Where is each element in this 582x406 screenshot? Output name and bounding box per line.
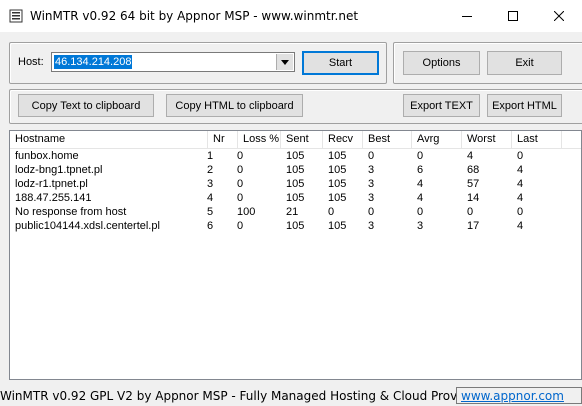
best-cell: 3 [368, 192, 375, 204]
copy-html-button[interactable]: Copy HTML to clipboard [166, 94, 303, 117]
nr-cell: 2 [207, 164, 214, 176]
maximize-icon [508, 11, 518, 21]
table-header: Hostname Nr Loss % Sent Recv Best Avrg W… [10, 131, 581, 149]
loss-cell: 0 [237, 220, 244, 232]
worst-cell: 0 [467, 206, 474, 218]
avrg-cell: 3 [417, 220, 424, 232]
loss-cell: 0 [237, 192, 244, 204]
recv-cell: 105 [328, 150, 347, 162]
recv-cell: 0 [328, 206, 335, 218]
column-best[interactable]: Best [363, 131, 412, 148]
column-last[interactable]: Last [512, 131, 562, 148]
nr-cell: 3 [207, 178, 214, 190]
hostname-cell: funbox.home [15, 150, 79, 162]
nr-cell: 1 [207, 150, 214, 162]
recv-cell: 105 [328, 178, 347, 190]
best-cell: 0 [368, 206, 375, 218]
best-cell: 3 [368, 164, 375, 176]
loss-cell: 0 [237, 150, 244, 162]
table-row[interactable]: 188.47.255.141 4 0 105 105 3 4 14 4 [10, 191, 581, 205]
sent-cell: 105 [286, 192, 305, 204]
nr-cell: 5 [207, 206, 214, 218]
last-cell: 0 [517, 150, 524, 162]
exit-button[interactable]: Exit [487, 51, 562, 75]
best-cell: 3 [368, 220, 375, 232]
options-button[interactable]: Options [403, 51, 480, 75]
worst-cell: 4 [467, 150, 474, 162]
hostname-cell: No response from host [15, 206, 127, 218]
loss-cell: 0 [237, 178, 244, 190]
column-recv[interactable]: Recv [323, 131, 363, 148]
hostname-cell: public104144.xdsl.centertel.pl [15, 220, 160, 232]
avrg-cell: 4 [417, 192, 424, 204]
minimize-button[interactable] [444, 0, 490, 32]
close-button[interactable] [536, 0, 582, 32]
last-cell: 0 [517, 206, 524, 218]
start-button[interactable]: Start [302, 51, 379, 75]
table-row[interactable]: lodz-r1.tpnet.pl 3 0 105 105 3 4 57 4 [10, 177, 581, 191]
close-icon [554, 11, 564, 21]
worst-cell: 68 [467, 164, 480, 176]
column-nr[interactable]: Nr [208, 131, 238, 148]
chevron-down-icon [281, 59, 289, 65]
last-cell: 4 [517, 164, 524, 176]
table-row[interactable]: No response from host 5 100 21 0 0 0 0 0 [10, 205, 581, 219]
avrg-cell: 4 [417, 178, 424, 190]
hostname-cell: 188.47.255.141 [15, 192, 92, 204]
results-table[interactable]: Hostname Nr Loss % Sent Recv Best Avrg W… [9, 130, 582, 380]
last-cell: 4 [517, 178, 524, 190]
column-avrg[interactable]: Avrg [412, 131, 462, 148]
table-row[interactable]: lodz-bng1.tpnet.pl 2 0 105 105 3 6 68 4 [10, 163, 581, 177]
title-bar: WinMTR v0.92 64 bit by Appnor MSP - www.… [0, 0, 582, 32]
loss-cell: 100 [237, 206, 256, 218]
worst-cell: 57 [467, 178, 480, 190]
last-cell: 4 [517, 220, 524, 232]
worst-cell: 17 [467, 220, 480, 232]
sent-cell: 105 [286, 220, 305, 232]
maximize-button[interactable] [490, 0, 536, 32]
host-label: Host: [18, 56, 44, 68]
best-cell: 0 [368, 150, 375, 162]
last-cell: 4 [517, 192, 524, 204]
minimize-icon [462, 16, 472, 17]
column-worst[interactable]: Worst [462, 131, 512, 148]
host-combobox[interactable]: 46.134.214.208 [51, 52, 295, 72]
column-sent[interactable]: Sent [281, 131, 323, 148]
avrg-cell: 0 [417, 206, 424, 218]
avrg-cell: 6 [417, 164, 424, 176]
column-loss[interactable]: Loss % [238, 131, 281, 148]
hostname-cell: lodz-bng1.tpnet.pl [15, 164, 103, 176]
export-html-button[interactable]: Export HTML [487, 94, 562, 117]
recv-cell: 105 [328, 164, 347, 176]
copy-text-button[interactable]: Copy Text to clipboard [18, 94, 154, 117]
appnor-link[interactable]: www.appnor.com [461, 389, 564, 403]
winmtr-app-icon [9, 9, 23, 23]
sent-cell: 105 [286, 150, 305, 162]
table-row[interactable]: public104144.xdsl.centertel.pl 6 0 105 1… [10, 219, 581, 233]
hostname-cell: lodz-r1.tpnet.pl [15, 178, 88, 190]
table-row[interactable]: funbox.home 1 0 105 105 0 0 4 0 [10, 149, 581, 163]
sent-cell: 21 [286, 206, 299, 218]
best-cell: 3 [368, 178, 375, 190]
host-dropdown-button[interactable] [276, 54, 293, 70]
column-hostname[interactable]: Hostname [10, 131, 208, 148]
recv-cell: 105 [328, 192, 347, 204]
avrg-cell: 0 [417, 150, 424, 162]
loss-cell: 0 [237, 164, 244, 176]
host-input[interactable]: 46.134.214.208 [54, 55, 133, 69]
sent-cell: 105 [286, 164, 305, 176]
window-title: WinMTR v0.92 64 bit by Appnor MSP - www.… [30, 9, 359, 23]
appnor-link-box[interactable]: www.appnor.com [456, 387, 582, 404]
recv-cell: 105 [328, 220, 347, 232]
status-text: WinMTR v0.92 GPL V2 by Appnor MSP - Full… [0, 389, 481, 403]
sent-cell: 105 [286, 178, 305, 190]
nr-cell: 6 [207, 220, 214, 232]
export-text-button[interactable]: Export TEXT [403, 94, 480, 117]
nr-cell: 4 [207, 192, 214, 204]
worst-cell: 14 [467, 192, 480, 204]
